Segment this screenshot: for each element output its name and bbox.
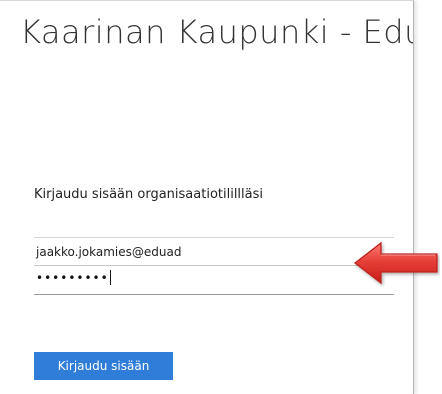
text-caret [109, 270, 111, 285]
arrow-left-icon [353, 241, 438, 285]
screenshot-stage: Kaarinan Kaupunki - EduFS Kirjaudu sisää… [0, 0, 442, 394]
signin-button[interactable]: Kirjaudu sisään [34, 352, 173, 380]
login-prompt: Kirjaudu sisään organisaatiotilillläsi [34, 187, 264, 202]
password-field[interactable]: ••••••••• [34, 266, 394, 295]
page-title: Kaarinan Kaupunki - EduFS [20, 13, 413, 51]
password-dots: ••••••••• [36, 271, 109, 285]
username-value: jaakko.jokamies@eduad [36, 245, 182, 259]
username-field[interactable]: jaakko.jokamies@eduad [34, 237, 394, 266]
password-mask: ••••••••• [36, 270, 111, 285]
login-panel: Kaarinan Kaupunki - EduFS Kirjaudu sisää… [0, 0, 414, 394]
